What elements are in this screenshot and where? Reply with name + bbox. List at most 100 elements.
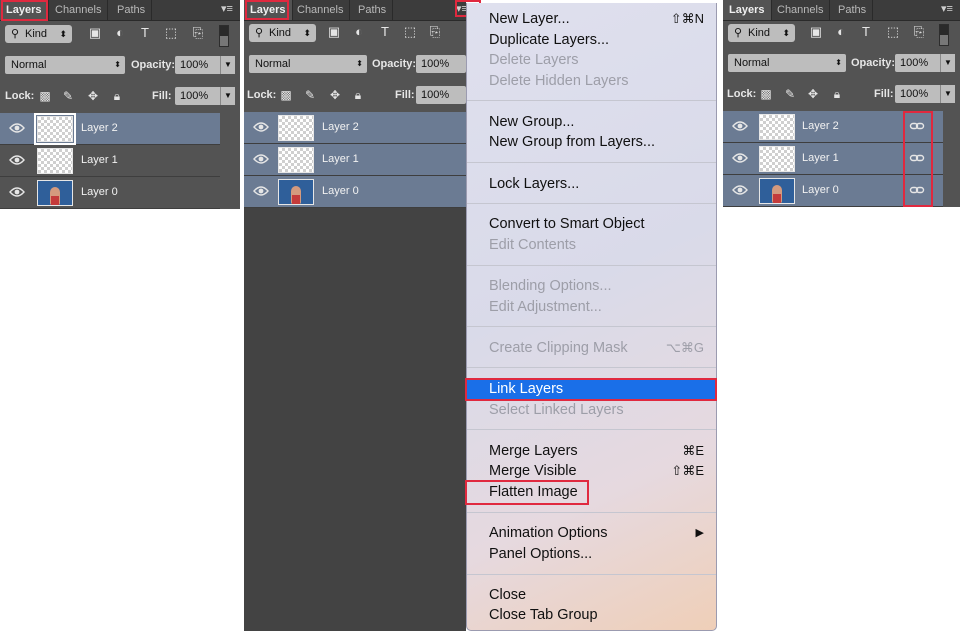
blend-mode-select[interactable]: Normal ⬍	[249, 55, 367, 73]
kind-filter-dropdown[interactable]: ⚲ Kind ⬍	[5, 25, 72, 43]
eye-icon[interactable]	[732, 184, 748, 196]
layer-thumbnail	[759, 146, 795, 172]
lock-paint-icon[interactable]: ✎	[61, 89, 75, 103]
updown-arrow-icon: ⬍	[782, 28, 790, 38]
adjustment-filter-icon[interactable]: ◐	[351, 24, 367, 40]
chevron-down-icon[interactable]: ▼	[940, 85, 955, 103]
fill-value: 100%	[900, 88, 929, 100]
menu-item-merge-visible[interactable]: Merge Visible ⇧⌘E	[467, 461, 716, 481]
eye-icon[interactable]	[732, 152, 748, 164]
lock-transparency-icon[interactable]: ▩	[759, 87, 773, 101]
fill-field[interactable]: 100% ▼	[175, 87, 235, 105]
layer-row[interactable]: Layer 0	[0, 177, 220, 209]
updown-arrow-icon: ⬍	[114, 60, 121, 69]
menu-item-new-group-from-layers[interactable]: New Group from Layers...	[467, 132, 716, 152]
lock-position-icon[interactable]: ✥	[328, 88, 342, 102]
tab-paths[interactable]: Paths	[111, 0, 153, 20]
smart-object-filter-icon[interactable]: ⎘	[911, 24, 927, 40]
layer-name: Layer 2	[81, 122, 118, 134]
menu-item-close[interactable]: Close	[467, 585, 716, 605]
layer-row[interactable]: Layer 1	[244, 144, 466, 176]
blend-mode-select[interactable]: Normal ⬍	[728, 54, 846, 72]
layer-row[interactable]: Layer 0	[244, 176, 466, 208]
fill-field[interactable]: 100%	[416, 86, 466, 104]
menu-item-close-tab-group[interactable]: Close Tab Group	[467, 605, 716, 625]
kind-filter-dropdown[interactable]: ⚲ Kind ⬍	[249, 24, 316, 42]
lock-all-icon[interactable]: 🔒︎	[351, 88, 365, 102]
adjustment-filter-icon[interactable]: ◐	[833, 24, 849, 40]
layer-row[interactable]: Layer 2	[0, 113, 220, 145]
layer-name: Layer 1	[81, 154, 118, 166]
shape-filter-icon[interactable]: ⬚	[402, 24, 418, 40]
panel-menu-icon[interactable]: ▾≡	[219, 2, 235, 16]
eye-icon[interactable]	[9, 154, 25, 166]
opacity-field[interactable]: 100% ▼	[175, 56, 235, 74]
tab-channels[interactable]: Channels	[291, 0, 351, 20]
tab-paths[interactable]: Paths	[352, 0, 394, 20]
shape-filter-icon[interactable]: ⬚	[163, 25, 179, 41]
opacity-value: 100%	[180, 59, 209, 71]
menu-item-panel-options[interactable]: Panel Options...	[467, 544, 716, 564]
eye-icon[interactable]	[253, 153, 269, 165]
eye-icon[interactable]	[9, 186, 25, 198]
menu-separator	[467, 512, 716, 513]
menu-item-merge-layers[interactable]: Merge Layers ⌘E	[467, 441, 716, 461]
smart-object-filter-icon[interactable]: ⎘	[427, 24, 443, 40]
menu-item-duplicate-layers[interactable]: Duplicate Layers...	[467, 30, 716, 50]
menu-item-new-layer[interactable]: New Layer... ⇧⌘N	[467, 9, 716, 29]
lock-position-icon[interactable]: ✥	[806, 87, 820, 101]
adjustment-filter-icon[interactable]: ◐	[112, 25, 128, 41]
layer-thumbnail-photo	[278, 179, 314, 205]
opacity-label: Opacity:	[851, 57, 896, 69]
menu-item-animation-options[interactable]: Animation Options ▶	[467, 523, 716, 543]
menu-item-lock-layers[interactable]: Lock Layers...	[467, 174, 716, 194]
layer-thumbnail	[278, 115, 314, 141]
pixel-filter-icon[interactable]: ▣	[87, 25, 103, 41]
menu-item-convert-smart-object[interactable]: Convert to Smart Object	[467, 214, 716, 234]
tab-channels[interactable]: Channels	[49, 0, 109, 20]
lock-transparency-icon[interactable]: ▩	[279, 88, 293, 102]
lock-paint-icon[interactable]: ✎	[783, 87, 797, 101]
opacity-field[interactable]: 100% ▼	[895, 54, 955, 72]
submenu-arrow-icon: ▶	[695, 527, 704, 539]
menu-item-edit-adjustment: Edit Adjustment...	[489, 299, 602, 315]
eye-icon[interactable]	[253, 121, 269, 133]
smart-object-filter-icon[interactable]: ⎘	[190, 25, 206, 41]
panel-menu-icon[interactable]: ▾≡	[939, 2, 955, 16]
eye-icon[interactable]	[9, 122, 25, 134]
tab-layers[interactable]: Layers	[723, 0, 772, 20]
type-filter-icon[interactable]: T	[377, 24, 393, 40]
kind-filter-dropdown[interactable]: ⚲ Kind ⬍	[728, 24, 795, 42]
tab-paths[interactable]: Paths	[832, 0, 874, 20]
eye-icon[interactable]	[253, 185, 269, 197]
filter-toggle[interactable]	[939, 24, 949, 46]
type-filter-icon[interactable]: T	[137, 25, 153, 41]
lock-position-icon[interactable]: ✥	[86, 89, 100, 103]
blend-mode-select[interactable]: Normal ⬍	[5, 56, 125, 74]
opacity-field[interactable]: 100%	[416, 55, 466, 73]
shape-filter-icon[interactable]: ⬚	[885, 24, 901, 40]
menu-item-new-group[interactable]: New Group...	[467, 112, 716, 132]
layer-name: Layer 2	[802, 120, 839, 132]
fill-field[interactable]: 100% ▼	[895, 85, 955, 103]
lock-paint-icon[interactable]: ✎	[303, 88, 317, 102]
layer-row[interactable]: Layer 2	[244, 112, 466, 144]
blend-mode-value: Normal	[255, 58, 291, 70]
layer-row[interactable]: Layer 1	[0, 145, 220, 177]
lock-all-icon[interactable]: 🔒︎	[830, 87, 844, 101]
tab-channels[interactable]: Channels	[771, 0, 831, 20]
chevron-down-icon[interactable]: ▼	[220, 87, 235, 105]
lock-transparency-icon[interactable]: ▩	[38, 89, 52, 103]
eye-icon[interactable]	[732, 120, 748, 132]
chevron-down-icon[interactable]: ▼	[940, 54, 955, 72]
lock-all-icon[interactable]: 🔒︎	[110, 89, 124, 103]
chevron-down-icon[interactable]: ▼	[220, 56, 235, 74]
layer-thumbnail	[759, 114, 795, 140]
type-filter-icon[interactable]: T	[858, 24, 874, 40]
layer-name: Layer 0	[322, 185, 359, 197]
layer-name: Layer 2	[322, 121, 359, 133]
layers-panel-flyout-menu: New Layer... ⇧⌘N Duplicate Layers... Dele…	[466, 3, 717, 631]
filter-toggle[interactable]	[219, 25, 229, 47]
pixel-filter-icon[interactable]: ▣	[808, 24, 824, 40]
pixel-filter-icon[interactable]: ▣	[326, 24, 342, 40]
